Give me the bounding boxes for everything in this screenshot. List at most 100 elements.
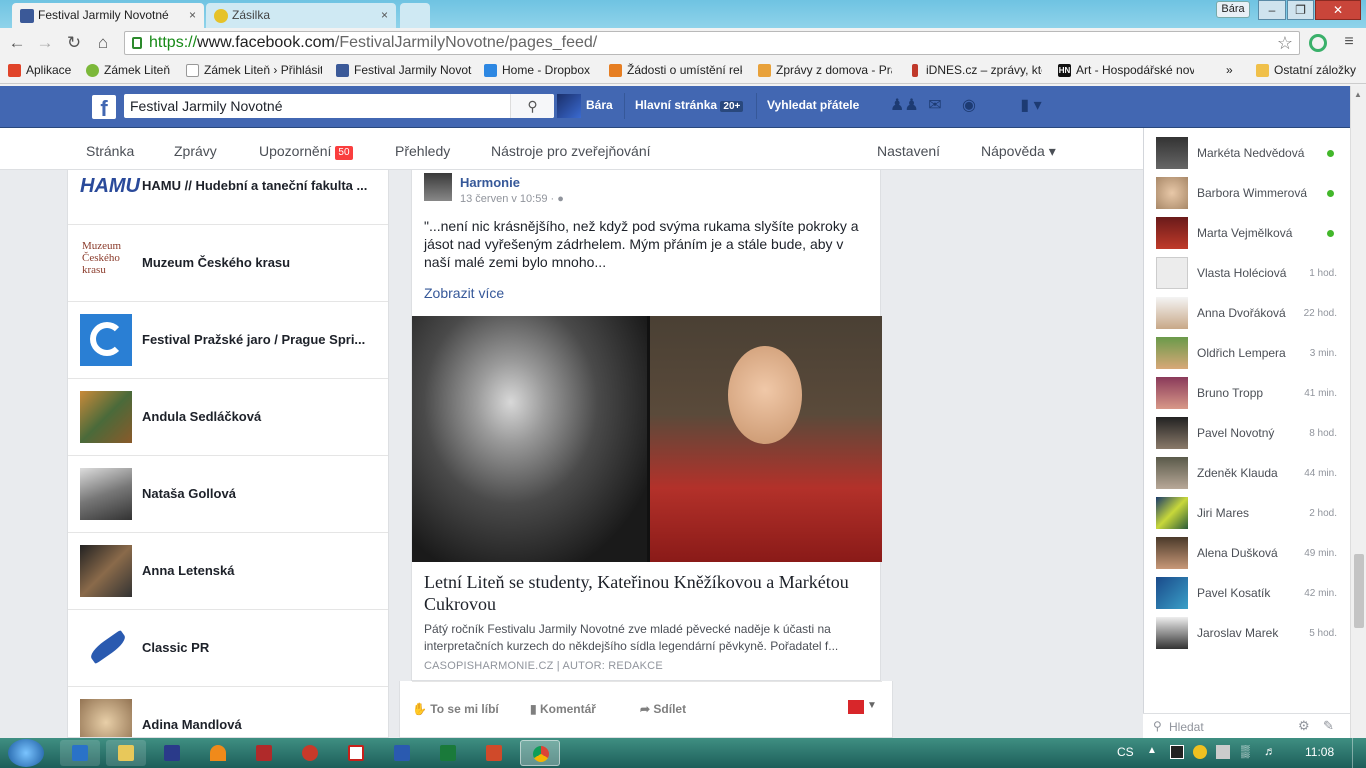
settings-lock-icon[interactable]: ▮ ▾ [1011, 97, 1051, 115]
taskbar-app[interactable] [244, 740, 284, 766]
bookmark-item[interactable]: Zámek Liteň › Přihlásit [186, 63, 322, 77]
share-button[interactable]: ➦ Sdílet [640, 702, 686, 716]
find-friends-link[interactable]: Vyhledat přátele [767, 98, 859, 112]
address-bar[interactable]: https://www.facebook.com/FestivalJarmily… [124, 31, 1300, 55]
see-more-link[interactable]: Zobrazit více [424, 285, 504, 301]
network-icon[interactable]: ▒ [1241, 744, 1250, 758]
bookmark-item[interactable]: Žádosti o umístění rek [609, 63, 742, 77]
back-arrow-icon[interactable]: ← [6, 32, 28, 54]
clock[interactable]: 11:08 [1305, 745, 1334, 759]
forward-arrow-icon[interactable]: → [34, 32, 56, 54]
page-voice-icon[interactable] [848, 700, 864, 714]
facebook-logo[interactable]: f [92, 95, 116, 119]
other-bookmarks-folder[interactable]: Ostatní záložky [1256, 63, 1356, 77]
bookmark-item[interactable]: Aplikace [8, 63, 71, 77]
profile-link[interactable]: Bára [586, 98, 613, 112]
notifications-globe-icon[interactable]: ◉ [959, 97, 979, 115]
tray-app-icon[interactable] [1170, 745, 1184, 759]
search-icon[interactable]: ⚲ [510, 94, 554, 118]
facebook-search-input[interactable]: Festival Jarmily Novotné [124, 94, 554, 118]
show-desktop-button[interactable] [1352, 738, 1366, 768]
list-item[interactable]: HAMU HAMU // Hudební a taneční fakulta .… [68, 170, 388, 225]
bookmark-item[interactable]: Home - Dropbox [484, 63, 590, 77]
page-scrollbar[interactable]: ▲ [1350, 86, 1366, 738]
tab-zasilka[interactable]: Zásilka × [206, 3, 396, 28]
chevron-down-icon[interactable]: ▼ [867, 700, 877, 711]
home-icon[interactable]: ⌂ [92, 32, 114, 54]
maximize-button[interactable]: ❐ [1287, 0, 1314, 20]
list-item[interactable]: Festival Pražské jaro / Prague Spri... [68, 302, 388, 379]
post-timestamp[interactable]: 13 červen v 10:59 · ● [460, 193, 564, 205]
chat-contact[interactable]: Bruno Tropp 41 min. [1144, 373, 1351, 413]
link-preview-image[interactable] [412, 316, 882, 562]
bookmark-item[interactable]: Festival Jarmily Novot [336, 63, 472, 77]
list-item[interactable]: Classic PR [68, 610, 388, 687]
list-item[interactable]: Adina Mandlová [68, 687, 388, 737]
reload-icon[interactable]: ↻ [63, 32, 85, 54]
chat-contact[interactable]: Alena Dušková 49 min. [1144, 533, 1351, 573]
chat-contact[interactable]: Pavel Kosatík 42 min. [1144, 573, 1351, 613]
link-title[interactable]: Letní Liteň se studenty, Kateřinou Kněží… [424, 571, 864, 615]
list-item[interactable]: Muzeum Českého krasu Muzeum Českého kras… [68, 225, 388, 302]
list-item[interactable]: Nataša Gollová [68, 456, 388, 533]
start-button[interactable] [8, 739, 44, 767]
extension-icon[interactable] [1309, 34, 1327, 52]
avatar[interactable] [424, 173, 452, 201]
chat-contact[interactable]: Marta Vejmělková [1144, 213, 1351, 253]
taskbar-explorer[interactable] [106, 740, 146, 766]
help-dropdown[interactable]: Nápověda ▾ [981, 143, 1056, 160]
gear-icon[interactable]: ⚙ [1298, 718, 1310, 734]
taskbar-word[interactable] [382, 740, 422, 766]
minimize-button[interactable]: – [1258, 0, 1286, 20]
browser-user-badge[interactable]: Bára [1216, 1, 1250, 18]
chat-contact[interactable]: Pavel Novotný 8 hod. [1144, 413, 1351, 453]
chat-contact[interactable]: Jiri Mares 2 hod. [1144, 493, 1351, 533]
chat-contact[interactable]: Oldřich Lempera 3 min. [1144, 333, 1351, 373]
chat-contact[interactable]: Zdeněk Klauda 44 min. [1144, 453, 1351, 493]
bookmark-item[interactable]: Zámek Liteň [86, 63, 170, 77]
chat-search-input[interactable]: Hledat [1169, 720, 1204, 734]
bookmark-star-icon[interactable]: ☆ [1277, 32, 1293, 54]
taskbar-acrobat[interactable] [336, 740, 376, 766]
taskbar-chrome[interactable] [520, 740, 560, 766]
messages-icon[interactable]: ✉ [925, 97, 945, 115]
tab-publishing-tools[interactable]: Nástroje pro zveřejňování [491, 143, 651, 159]
compose-icon[interactable]: ✎ [1323, 718, 1334, 734]
volume-icon[interactable]: ♬ [1264, 744, 1276, 758]
menu-icon[interactable]: ≡ [1341, 34, 1357, 52]
close-window-button[interactable]: ✕ [1315, 0, 1361, 20]
taskbar-outlook[interactable] [60, 740, 100, 766]
home-link[interactable]: Hlavní stránka 20+ [635, 98, 744, 112]
tray-app-icon[interactable] [1216, 745, 1230, 759]
comment-button[interactable]: ▮ Komentář [530, 702, 596, 716]
scrollbar-thumb[interactable] [1354, 554, 1364, 628]
avatar[interactable] [557, 94, 581, 118]
post-author-link[interactable]: Harmonie [460, 175, 520, 190]
tab-notifications[interactable]: Upozornění 50 [259, 143, 353, 160]
tab-festival[interactable]: Festival Jarmily Novotné × [12, 3, 204, 28]
taskbar-vlc[interactable] [198, 740, 238, 766]
like-button[interactable]: ✋ To se mi líbí [412, 702, 499, 716]
list-item[interactable]: Andula Sedláčková [68, 379, 388, 456]
tab-settings[interactable]: Nastavení [877, 143, 940, 159]
chat-contact[interactable]: Markéta Nedvědová [1144, 133, 1351, 173]
bookmark-item[interactable]: Zprávy z domova - Pra [758, 63, 892, 77]
list-item[interactable]: Anna Letenská [68, 533, 388, 610]
taskbar-app[interactable] [290, 740, 330, 766]
chat-contact[interactable]: Jaroslav Marek 5 hod. [1144, 613, 1351, 653]
tab-close-icon[interactable]: × [189, 8, 196, 22]
taskbar-excel[interactable] [428, 740, 468, 766]
scroll-up-icon[interactable]: ▲ [1354, 90, 1362, 99]
tray-expand-icon[interactable]: ▲ [1147, 745, 1157, 756]
chat-contact[interactable]: Anna Dvořáková 22 hod. [1144, 293, 1351, 333]
taskbar-powerpoint[interactable] [474, 740, 514, 766]
taskbar-app[interactable] [152, 740, 192, 766]
tab-close-icon[interactable]: × [381, 8, 388, 22]
new-tab-button[interactable] [400, 3, 430, 28]
language-indicator[interactable]: CS [1117, 745, 1134, 759]
chat-contact[interactable]: Barbora Wimmerová [1144, 173, 1351, 213]
tray-app-icon[interactable] [1193, 745, 1207, 759]
bookmark-item[interactable]: iDNES.cz – zprávy, kte [908, 63, 1042, 77]
bookmarks-overflow-button[interactable]: » [1226, 63, 1233, 77]
tab-page[interactable]: Stránka [86, 143, 134, 159]
